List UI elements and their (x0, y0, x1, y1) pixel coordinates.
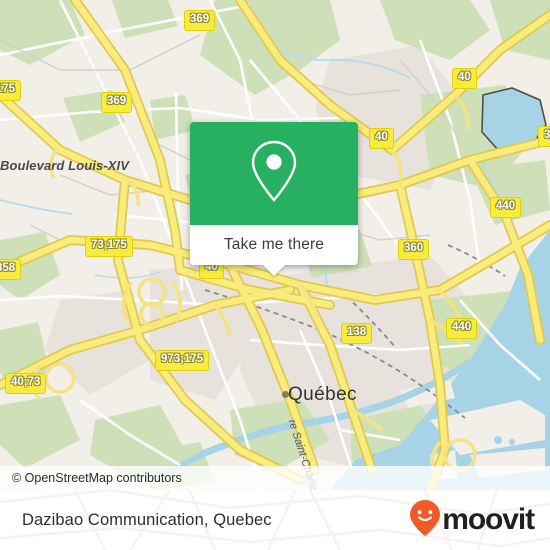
callout-pin-panel (190, 122, 358, 225)
osm-attribution[interactable]: © OpenStreetMap contributors (0, 466, 550, 490)
place-title: Dazibao Communication, Quebec (22, 510, 272, 529)
take-me-there-callout[interactable]: Take me there (190, 122, 358, 276)
map-canvas[interactable]: Boulevard Louis-XIV Québec re Saint-Char… (0, 0, 550, 490)
city-marker-dot (282, 391, 289, 398)
callout-action-label: Take me there (223, 236, 325, 253)
moovit-brand-logo[interactable]: moovit (409, 499, 535, 542)
callout-pointer-tail (263, 265, 285, 276)
footer-bar: Dazibao Communication, Quebec moovit (0, 490, 550, 550)
osm-attribution-text: © OpenStreetMap contributors (12, 471, 182, 485)
moovit-smiley-pin-icon (409, 499, 441, 542)
moovit-wordmark: moovit (442, 503, 535, 536)
map-pin-icon (246, 138, 302, 209)
callout-action-bar[interactable]: Take me there (190, 225, 358, 276)
map-screenshot: Boulevard Louis-XIV Québec re Saint-Char… (0, 0, 550, 550)
